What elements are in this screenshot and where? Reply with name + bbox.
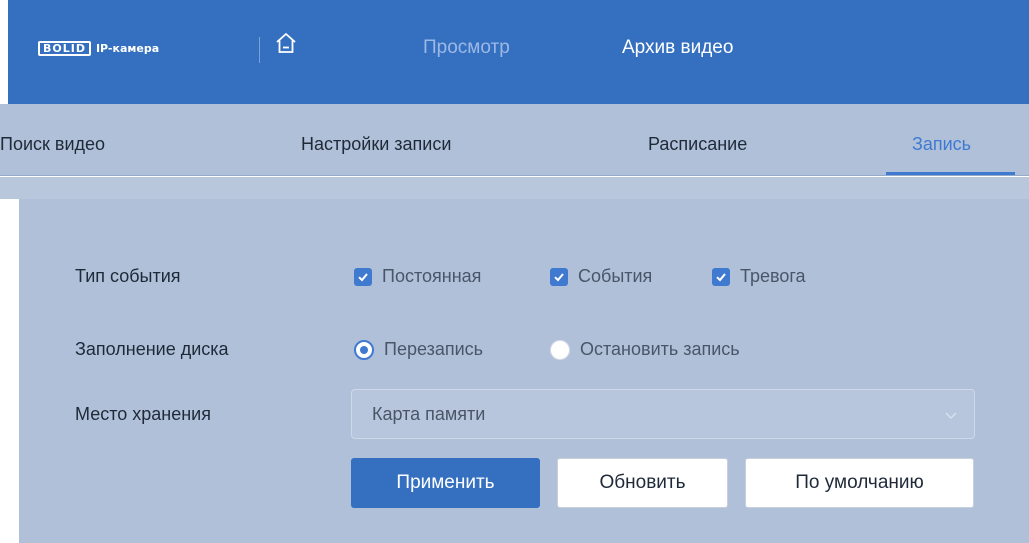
logo: BOLID IP-камера: [38, 39, 159, 57]
radio-unselected-icon: [550, 339, 570, 360]
radio-overwrite[interactable]: Перезапись: [354, 339, 483, 360]
active-tab-indicator: [886, 172, 1015, 175]
default-button[interactable]: По умолчанию: [745, 458, 974, 508]
checkbox-permanent[interactable]: Постоянная: [354, 266, 481, 287]
checkbox-events-label: События: [578, 266, 653, 286]
tab-video-search[interactable]: Поиск видео: [0, 134, 105, 155]
radio-selected-icon: [354, 339, 374, 360]
checkbox-alarm-label: Тревога: [740, 266, 806, 286]
refresh-button[interactable]: Обновить: [557, 458, 728, 508]
checkbox-alarm[interactable]: Тревога: [712, 266, 806, 287]
radio-stop-recording-label: Остановить запись: [580, 339, 740, 359]
logo-mark: BOLID: [38, 40, 91, 56]
check-icon: [354, 267, 372, 286]
tab-record[interactable]: Запись: [912, 134, 971, 155]
event-type-label: Тип события: [75, 266, 181, 286]
radio-overwrite-label: Перезапись: [384, 339, 484, 359]
checkbox-events[interactable]: События: [550, 266, 652, 287]
disk-full-label: Заполнение диска: [75, 339, 229, 359]
nav-view[interactable]: Просмотр: [423, 37, 510, 59]
radio-dot: [360, 345, 368, 354]
home-icon[interactable]: [274, 31, 298, 55]
check-icon: [550, 267, 568, 286]
storage-select[interactable]: Карта памяти: [351, 389, 975, 439]
content-spacer: [0, 177, 1029, 199]
tab-schedule[interactable]: Расписание: [648, 134, 747, 155]
logo-text: IP-камера: [95, 41, 160, 55]
tab-record-settings[interactable]: Настройки записи: [301, 134, 451, 155]
chevron-down-icon: [944, 408, 958, 422]
apply-button[interactable]: Применить: [351, 458, 540, 508]
page: BOLID IP-камера Просмотр Архив видео Пои…: [0, 0, 1029, 543]
check-icon: [712, 267, 730, 286]
header-divider: [259, 37, 260, 63]
storage-label: Место хранения: [75, 404, 211, 424]
tab-bar: Поиск видео Настройки записи Расписание …: [0, 104, 1029, 176]
checkbox-permanent-label: Постоянная: [382, 266, 482, 286]
radio-stop-recording[interactable]: Остановить запись: [550, 339, 740, 360]
nav-archive[interactable]: Архив видео: [622, 37, 733, 59]
top-header: BOLID IP-камера Просмотр Архив видео: [8, 0, 1029, 104]
storage-select-value: Карта памяти: [372, 404, 486, 424]
